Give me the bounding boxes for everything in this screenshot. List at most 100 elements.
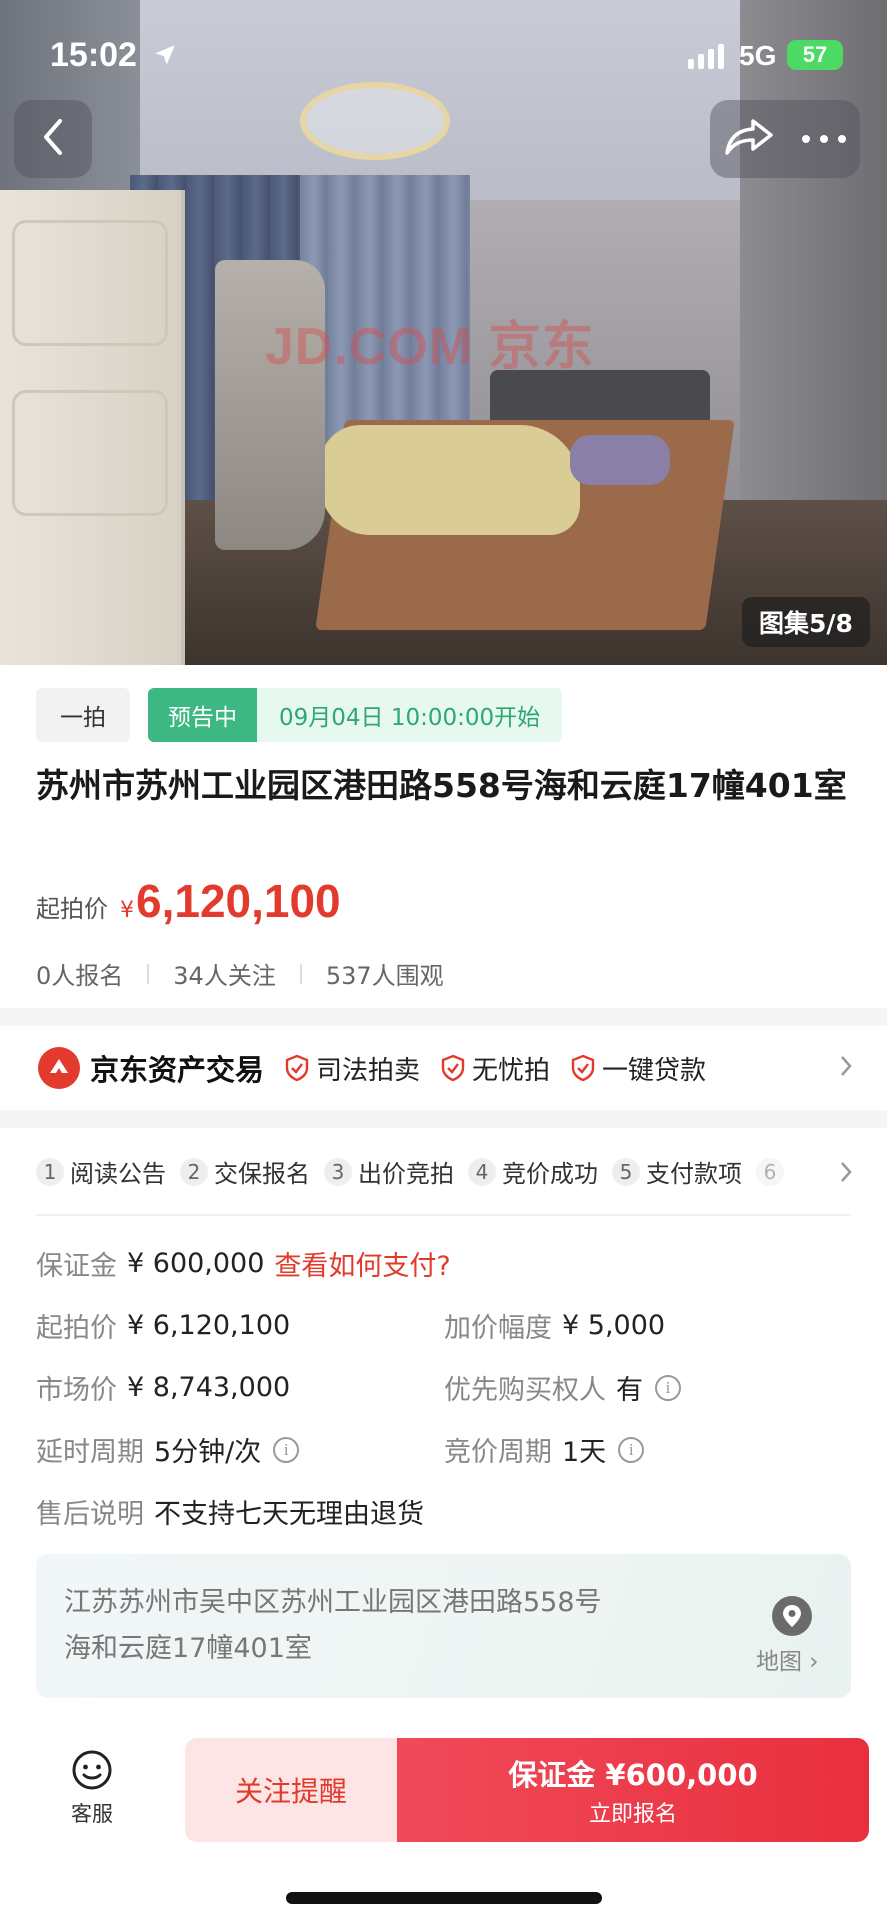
property-title: 苏州市苏州工业园区港田路558号海和云庭17幢401室: [36, 766, 847, 805]
map-pin-icon: [770, 1594, 814, 1642]
detail-value: ¥ 8,743,000: [127, 1372, 291, 1403]
back-icon: [38, 117, 68, 161]
info-icon[interactable]: i: [618, 1436, 645, 1463]
price-value: 6,120,100: [136, 875, 341, 927]
network-label: 5G: [739, 40, 777, 71]
status-label: 预告中: [148, 688, 257, 742]
deposit-row: 保证金 ¥ 600,000 查看如何支付?: [36, 1244, 451, 1283]
jd-logo-icon: [38, 1047, 80, 1089]
start-price-row: 起拍价 ¥ 6,120,100: [36, 1306, 290, 1345]
step-number: 1: [36, 1157, 64, 1186]
step-label: 支付款项: [646, 1160, 742, 1188]
detail-value: 1天: [562, 1437, 607, 1468]
after-sale-row: 售后说明 不支持七天无理由退货: [36, 1492, 424, 1531]
step-number: 2: [180, 1157, 208, 1186]
feature-label: 无忧拍: [472, 1055, 551, 1086]
step-item: 1 阅读公告: [36, 1154, 166, 1189]
shield-check-icon: [285, 1054, 309, 1082]
feature-label: 司法拍卖: [316, 1055, 421, 1086]
section-divider: [0, 1110, 887, 1128]
signup-button[interactable]: 保证金 ¥600,000 立即报名: [397, 1738, 869, 1842]
map-link[interactable]: 地图 ›: [756, 1642, 819, 1676]
chevron-right-icon[interactable]: [839, 1160, 853, 1188]
photo-watermark: JD.COM 京东: [265, 318, 595, 376]
step-label: 竞价成功: [502, 1160, 598, 1188]
price-currency: ¥: [120, 898, 134, 923]
auction-round-tag: 一拍: [36, 688, 130, 742]
step-item: 6: [756, 1157, 790, 1186]
detail-value: 有: [616, 1375, 643, 1406]
address-line: 海和云庭17幢401室: [64, 1633, 312, 1664]
stat-signups: 0人报名: [36, 962, 124, 990]
info-icon[interactable]: i: [273, 1436, 300, 1463]
follow-reminder-button[interactable]: 关注提醒: [185, 1738, 397, 1842]
detail-label: 起拍价: [36, 1313, 117, 1344]
photo-wardrobe: [0, 190, 185, 665]
service-label: 客服: [71, 1802, 113, 1826]
photo-duvet: [320, 425, 580, 535]
detail-label: 加价幅度: [444, 1313, 552, 1344]
top-actions: [710, 100, 860, 178]
section-divider: [0, 1008, 887, 1026]
info-icon[interactable]: i: [655, 1374, 681, 1401]
photo-pillow: [570, 435, 670, 485]
increment-row: 加价幅度 ¥ 5,000: [444, 1306, 665, 1345]
step-item: 3 出价竞拍: [324, 1154, 454, 1189]
location-arrow-icon: [152, 42, 178, 72]
starting-price: 起拍价 ¥ 6,120,100: [36, 874, 341, 928]
detail-label: 竞价周期: [444, 1437, 552, 1468]
feature-worry-free: 无忧拍: [440, 1050, 550, 1087]
stat-viewers: 537人围观: [325, 962, 444, 990]
how-to-pay-link[interactable]: 查看如何支付?: [274, 1244, 450, 1283]
step-number: 6: [756, 1157, 784, 1186]
step-number: 5: [612, 1157, 640, 1186]
step-label: 阅读公告: [70, 1160, 166, 1188]
divider: [299, 963, 302, 984]
shield-check-icon: [441, 1054, 465, 1082]
share-icon[interactable]: [723, 115, 775, 163]
detail-label: 市场价: [36, 1375, 117, 1406]
price-label: 起拍价: [36, 895, 108, 923]
auction-tags: 一拍 预告中 09月04日 10:00:00开始: [36, 688, 563, 742]
signup-deposit-label: 保证金 ¥600,000: [508, 1758, 758, 1792]
customer-service-button[interactable]: 客服: [60, 1748, 124, 1828]
step-item: 5 支付款项: [612, 1154, 742, 1189]
feature-loan: 一键贷款: [570, 1050, 706, 1087]
start-time-label: 09月04日 10:00:00开始: [257, 688, 563, 742]
detail-label: 保证金: [36, 1251, 117, 1282]
step-number: 3: [324, 1157, 352, 1186]
delay-period-row: 延时周期 5分钟/次 i: [36, 1430, 300, 1469]
address-card[interactable]: 江苏苏州市吴中区苏州工业园区港田路558号 海和云庭17幢401室 地图 ›: [36, 1554, 851, 1698]
gallery-counter[interactable]: 图集5/8: [742, 597, 870, 647]
detail-value: ¥ 600,000: [127, 1248, 265, 1279]
auction-status-badge: 预告中 09月04日 10:00:00开始: [148, 688, 563, 742]
signal-icon: [688, 44, 724, 69]
chevron-right-icon: [839, 1054, 853, 1082]
hero-photo[interactable]: JD.COM 京东 15:02 5G 57 图集5/8: [0, 0, 887, 665]
map-label: 地图: [756, 1649, 802, 1675]
platform-name: 京东资产交易: [90, 1053, 265, 1087]
divider: [147, 963, 150, 984]
detail-label: 优先购买权人: [444, 1375, 606, 1406]
stat-followers: 34人关注: [173, 962, 276, 990]
step-item: 4 竞价成功: [468, 1154, 598, 1189]
more-icon[interactable]: [800, 130, 848, 149]
step-label: 出价竞拍: [358, 1160, 454, 1188]
detail-value: ¥ 6,120,100: [127, 1310, 291, 1341]
detail-value: 不支持七天无理由退货: [154, 1499, 424, 1530]
bid-cycle-row: 竞价周期 1天 i: [444, 1430, 645, 1469]
detail-value: 5分钟/次: [154, 1437, 262, 1468]
detail-value: ¥ 5,000: [562, 1310, 666, 1341]
signup-label: 立即报名: [588, 1802, 677, 1827]
status-time: 15:02: [50, 36, 137, 74]
back-button[interactable]: [14, 100, 92, 178]
process-steps[interactable]: 1 阅读公告 2 交保报名 3 出价竞拍 4 竞价成功 5 支付款项 6: [36, 1154, 851, 1189]
detail-label: 延时周期: [36, 1437, 144, 1468]
platform-bar[interactable]: 京东资产交易 司法拍卖 无忧拍 一键贷款: [0, 1026, 887, 1110]
shield-check-icon: [571, 1054, 595, 1082]
market-price-row: 市场价 ¥ 8,743,000: [36, 1368, 290, 1407]
priority-buyer-row: 优先购买权人 有 i: [444, 1368, 681, 1407]
divider: [36, 1214, 851, 1216]
customer-service-icon: [72, 1750, 112, 1790]
status-bar: 15:02 5G 57: [0, 0, 887, 112]
